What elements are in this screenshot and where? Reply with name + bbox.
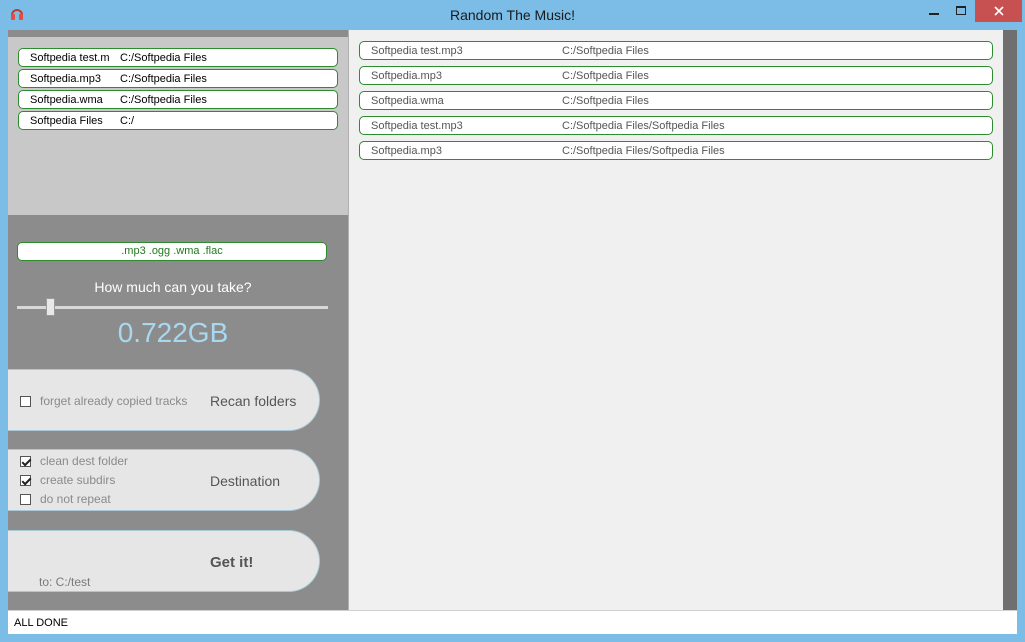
status-text: ALL DONE [14, 617, 69, 629]
vertical-scrollbar[interactable] [1003, 30, 1017, 610]
status-bar: ALL DONE [8, 610, 1017, 634]
capacity-question: How much can you take? [94, 279, 252, 295]
maximize-icon [955, 6, 966, 15]
result-item[interactable]: Softpedia.mp3 C:/Softpedia Files [359, 66, 993, 85]
result-item[interactable]: Softpedia.wma C:/Softpedia Files [359, 91, 993, 110]
title-bar[interactable]: Random The Music! [0, 0, 1025, 30]
close-icon [993, 6, 1004, 16]
result-item[interactable]: Softpedia test.mp3 C:/Softpedia Files/So… [359, 116, 993, 135]
result-item-name: Softpedia test.mp3 [371, 45, 463, 57]
destination-path: to: C:/test [39, 575, 91, 589]
checkbox-box[interactable] [20, 455, 31, 467]
result-item-name: Softpedia.wma [371, 95, 444, 107]
source-item[interactable]: Softpedia test.mp3 C:/Softpedia Files [18, 48, 338, 67]
result-item-name: Softpedia.mp3 [371, 145, 442, 157]
destination-button[interactable]: Destination [210, 473, 280, 489]
left-panel: Softpedia test.mp3 C:/Softpedia Files So… [8, 30, 348, 610]
result-item-path: C:/Softpedia Files/Softpedia Files [562, 120, 725, 132]
do-not-repeat-checkbox[interactable]: do not repeat [20, 492, 111, 506]
checkbox-label: do not repeat [40, 492, 111, 506]
capacity-slider-track[interactable] [17, 306, 328, 309]
source-item[interactable]: Softpedia.mp3 C:/Softpedia Files [18, 69, 338, 88]
source-item[interactable]: Softpedia.wma C:/Softpedia Files [18, 90, 338, 109]
result-item-name: Softpedia test.mp3 [371, 120, 463, 132]
source-item-path: C:/Softpedia Files [120, 73, 207, 85]
checkbox-box[interactable] [20, 395, 31, 407]
window-title: Random The Music! [449, 7, 575, 23]
destination-panel: clean dest folder create subdirs do not … [8, 449, 320, 511]
source-item-path: C:/Softpedia Files [120, 52, 207, 64]
source-item-name: Softpedia.mp3 [30, 73, 101, 85]
minimize-button[interactable] [920, 0, 947, 22]
source-item-path: C:/Softpedia Files [120, 94, 207, 106]
get-it-button[interactable]: Get it! [210, 554, 253, 571]
forget-copied-checkbox[interactable]: forget already copied tracks [20, 394, 187, 408]
source-item-name: Softpedia test.mp3 [30, 52, 110, 64]
rescan-panel: forget already copied tracks Recan folde… [8, 369, 320, 431]
capacity-value: 0.722GB [117, 317, 229, 348]
result-item-path: C:/Softpedia Files [562, 95, 649, 107]
result-item-name: Softpedia.mp3 [371, 70, 442, 82]
source-item-path: C:/ [120, 115, 135, 127]
create-subdirs-checkbox[interactable]: create subdirs [20, 473, 115, 487]
result-item[interactable]: Softpedia test.mp3 C:/Softpedia Files [359, 41, 993, 60]
clean-dest-checkbox[interactable]: clean dest folder [20, 454, 128, 468]
checkbox-box[interactable] [20, 474, 31, 486]
app-window: Random The Music! Softpedia test.mp3 C:/… [0, 0, 1025, 642]
result-item-path: C:/Softpedia Files [562, 45, 649, 57]
checkbox-label: create subdirs [40, 473, 116, 487]
source-item-name: Softpedia Files [30, 115, 103, 127]
result-item-path: C:/Softpedia Files/Softpedia Files [562, 145, 725, 157]
source-item[interactable]: Softpedia Files C:/ [18, 111, 338, 130]
client-area: Softpedia test.mp3 C:/Softpedia Files So… [8, 30, 1017, 634]
capacity-slider-thumb[interactable] [46, 298, 55, 316]
extensions-field[interactable]: .mp3 .ogg .wma .flac [17, 242, 327, 261]
rescan-button[interactable]: Recan folders [210, 393, 296, 409]
result-item-path: C:/Softpedia Files [562, 70, 649, 82]
source-folders-list[interactable]: Softpedia test.mp3 C:/Softpedia Files So… [8, 37, 348, 215]
checkbox-label: forget already copied tracks [40, 394, 188, 408]
getit-panel[interactable]: Get it! to: C:/test [8, 530, 320, 592]
checkbox-label: clean dest folder [40, 454, 129, 468]
checkbox-box[interactable] [20, 493, 31, 505]
minimize-icon [928, 13, 939, 15]
maximize-button[interactable] [947, 0, 974, 22]
result-item[interactable]: Softpedia.mp3 C:/Softpedia Files/Softped… [359, 141, 993, 160]
close-button[interactable] [975, 0, 1022, 22]
source-item-name: Softpedia.wma [30, 94, 103, 106]
results-list[interactable]: Softpedia test.mp3 C:/Softpedia Files So… [348, 30, 1003, 610]
